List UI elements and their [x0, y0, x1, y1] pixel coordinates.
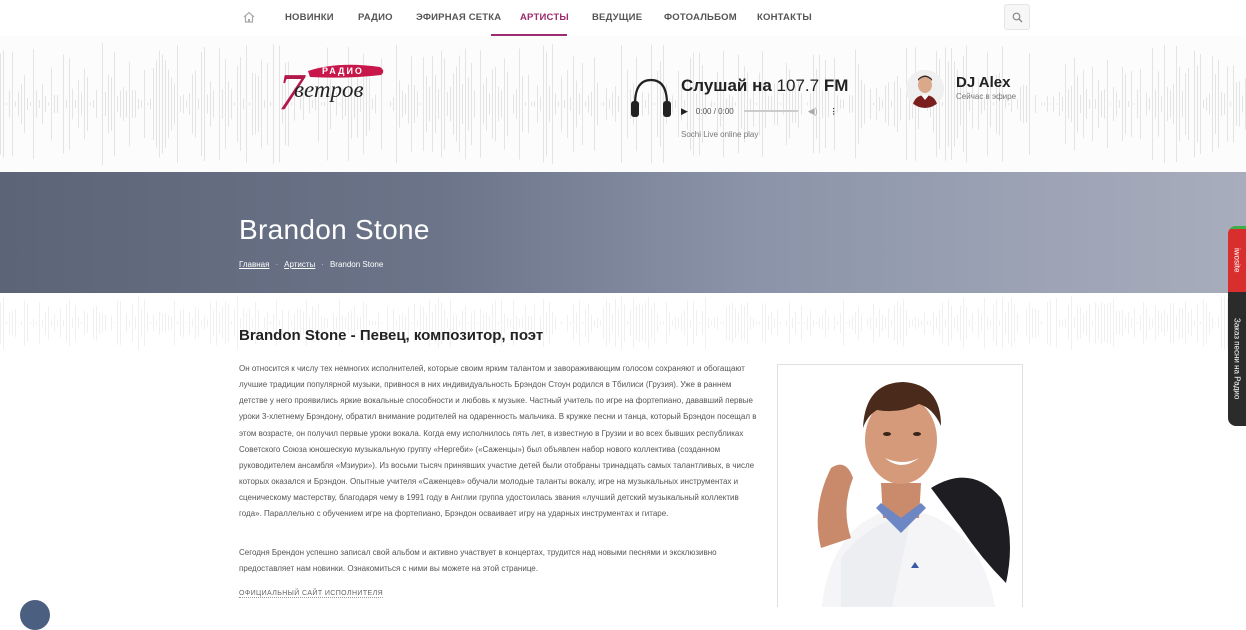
breadcrumb-artists[interactable]: Артисты [284, 260, 315, 269]
page-hero: Brandon Stone Главная·Артисты·Brandon St… [0, 172, 1246, 293]
nav-item-artists[interactable]: АРТИСТЫ [520, 12, 569, 23]
official-site-link[interactable]: ОФИЦИАЛЬНЫЙ САЙТ ИСПОЛНИТЕЛЯ [239, 590, 383, 598]
search-button[interactable] [1004, 4, 1030, 30]
main-content: Brandon Stone - Певец, композитор, поэт … [0, 293, 1246, 607]
nav-item-photo-album[interactable]: ФОТОАЛЬБОМ [664, 12, 737, 23]
search-icon [1012, 12, 1023, 23]
artist-portrait [781, 368, 1019, 607]
play-icon[interactable]: ▶ [681, 106, 688, 117]
artist-bio-extra: Сегодня Брендон успешно записал свой аль… [239, 545, 759, 577]
nav-item-hosts[interactable]: ВЕДУЩИЕ [592, 12, 642, 23]
dj-name[interactable]: DJ Alex [956, 74, 1010, 91]
dj-avatar[interactable] [906, 70, 944, 108]
page-title: Brandon Stone [239, 214, 430, 246]
nav-item-radio[interactable]: РАДИО [358, 12, 393, 23]
svg-text:РАДИО: РАДИО [322, 66, 364, 76]
breadcrumb-current: Brandon Stone [330, 260, 383, 269]
svg-text:ветров: ветров [294, 77, 363, 102]
more-options-icon[interactable]: ⋮ [830, 107, 838, 116]
headphones-icon [630, 74, 672, 122]
breadcrumb: Главная·Артисты·Brandon Stone [239, 260, 383, 269]
site-header: 7 РАДИО ветров Слушай на 107.7 FM ▶ 0:00… [0, 36, 1246, 172]
artist-bio: Он относится к числу тех немногих исполн… [239, 361, 759, 523]
dj-status: Сейчас в эфире [956, 92, 1016, 101]
chat-widget-button[interactable] [20, 600, 50, 630]
radio-logo[interactable]: 7 РАДИО ветров [278, 59, 388, 114]
side-tab-site[interactable]: iwosite [1228, 226, 1246, 292]
nav-item-novinki[interactable]: НОВИНКИ [285, 12, 334, 23]
breadcrumb-home[interactable]: Главная [239, 260, 269, 269]
volume-icon[interactable]: ◀) [808, 106, 818, 117]
audio-player: ▶ 0:00 / 0:00 ◀) ⋮ [681, 101, 891, 121]
top-nav: НОВИНКИ РАДИО ЭФИРНАЯ СЕТКА АРТИСТЫ ВЕДУ… [0, 0, 1246, 36]
side-request-tab[interactable]: iwosite Заказ песни на Радио [1228, 226, 1246, 426]
radio-player: Слушай на 107.7 FM ▶ 0:00 / 0:00 ◀) ⋮ So… [630, 74, 672, 127]
logo-graphic: 7 РАДИО ветров [278, 59, 388, 114]
home-icon[interactable] [242, 10, 256, 24]
side-tab-request-song[interactable]: Заказ песни на Радио [1228, 292, 1246, 426]
article-heading: Brandon Stone - Певец, композитор, поэт [239, 327, 543, 344]
soundwave-background [0, 36, 1246, 172]
nav-item-contacts[interactable]: КОНТАКТЫ [757, 12, 812, 23]
player-caption: Sochi Live online play [681, 130, 758, 139]
audio-progress[interactable] [744, 110, 798, 112]
nav-item-schedule[interactable]: ЭФИРНАЯ СЕТКА [416, 12, 501, 23]
soundwave-background-faint [0, 293, 1246, 353]
artist-photo [777, 364, 1023, 607]
listen-title: Слушай на 107.7 FM [681, 76, 848, 96]
audio-time: 0:00 / 0:00 [696, 107, 734, 116]
